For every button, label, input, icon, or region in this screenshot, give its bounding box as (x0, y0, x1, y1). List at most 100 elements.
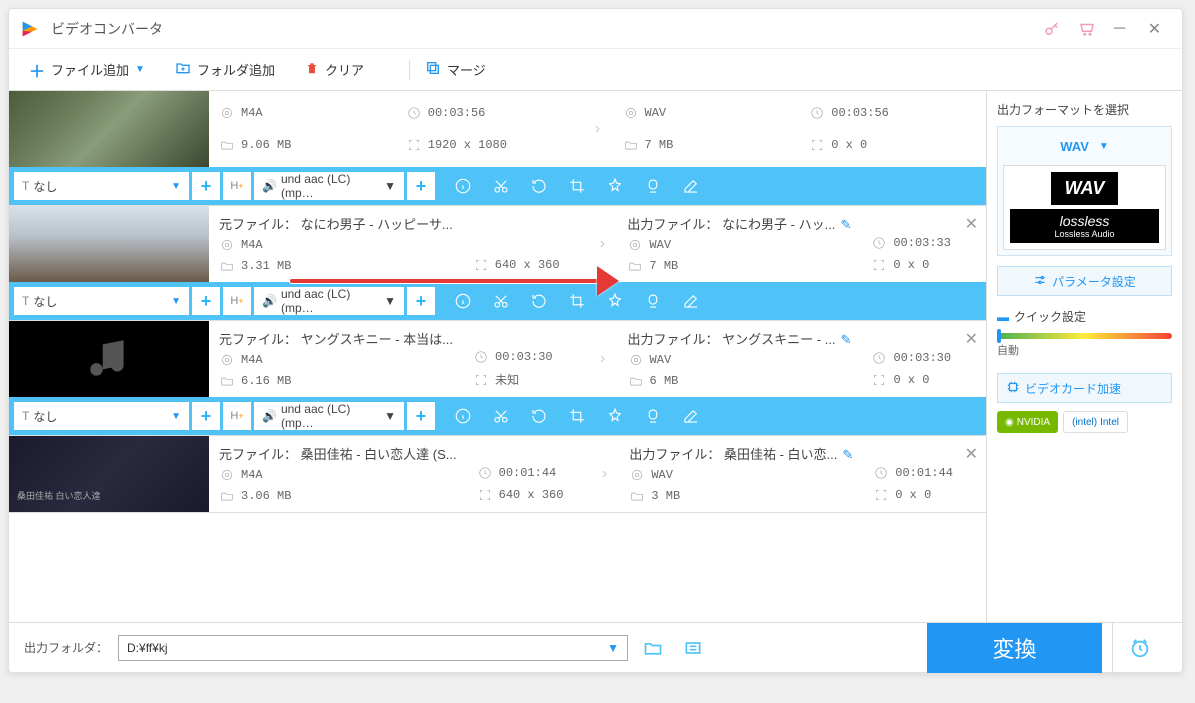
output-path-select[interactable]: D:¥ff¥kj▼ (118, 635, 628, 661)
add-audio-button[interactable]: + (407, 172, 435, 200)
cut-icon[interactable] (491, 291, 511, 311)
add-audio-button[interactable]: + (407, 287, 435, 315)
file-list: M4A 9.06 MB 00:03:56 1920 x 1080 › WAV 7… (9, 91, 987, 622)
add-audio-button[interactable]: + (407, 402, 435, 430)
add-folder-button[interactable]: フォルダ追加 (175, 60, 275, 79)
schedule-button[interactable] (1112, 623, 1167, 673)
h-button[interactable]: H+ (223, 287, 251, 315)
src-size: 6.16 MB (241, 374, 291, 388)
src-title: 元ファイル： ヤングスキニー - 本当は... (219, 329, 453, 348)
dst-duration: 00:01:44 (895, 466, 953, 480)
merge-button[interactable]: マージ (425, 60, 486, 79)
subtitle-select[interactable]: Tなし▼ (14, 172, 189, 200)
crop-icon[interactable] (567, 406, 587, 426)
lossless-badge: lossless Lossless Audio (1010, 209, 1159, 243)
quality-slider[interactable] (997, 333, 1172, 339)
crop-icon[interactable] (567, 291, 587, 311)
src-duration: 00:03:56 (428, 106, 486, 120)
side-header: 出力フォーマットを選択 (997, 101, 1172, 118)
close-button[interactable]: ✕ (1137, 14, 1172, 44)
remove-item-button[interactable]: ✕ (965, 329, 978, 349)
edit-icon[interactable] (681, 406, 701, 426)
edit-icon[interactable] (681, 176, 701, 196)
effects-icon[interactable] (605, 176, 625, 196)
output-folder-label: 出力フォルダ： (24, 639, 108, 656)
edit-name-button[interactable]: ✎ (842, 447, 853, 462)
cut-icon[interactable] (491, 406, 511, 426)
folder-plus-icon (175, 60, 191, 79)
rotate-icon[interactable] (529, 176, 549, 196)
audio-value: und aac (LC) (mp… (281, 287, 384, 315)
sidebar: 出力フォーマットを選択 WAV▼ WAV lossless Lossless A… (987, 91, 1182, 622)
add-subtitle-button[interactable]: + (192, 172, 220, 200)
format-card[interactable]: WAV lossless Lossless Audio (1003, 165, 1166, 250)
resolution-icon (477, 487, 493, 503)
quick-label: クイック設定 (1014, 308, 1086, 325)
subtitle-select[interactable]: Tなし▼ (14, 402, 189, 430)
src-res: 640 x 360 (495, 258, 560, 272)
h-button[interactable]: H+ (223, 172, 251, 200)
history-button[interactable] (678, 633, 708, 663)
clear-button[interactable]: クリア (305, 60, 364, 79)
audio-select[interactable]: 🔊und aac (LC) (mp…▼ (254, 172, 404, 200)
cart-icon[interactable] (1072, 14, 1102, 44)
remove-item-button[interactable]: ✕ (965, 444, 978, 464)
minimize-button[interactable]: ─ (1102, 14, 1137, 44)
add-subtitle-button[interactable]: + (192, 402, 220, 430)
param-settings-button[interactable]: パラメータ設定 (997, 266, 1172, 296)
rotate-icon[interactable] (529, 291, 549, 311)
nvidia-badge: ◉NVIDIA (997, 411, 1058, 433)
auto-label: 自動 (997, 342, 1172, 358)
h-button[interactable]: H+ (223, 402, 251, 430)
thumbnail[interactable]: 桑田佳祐 白い恋人達 (9, 436, 209, 512)
format-icon (219, 352, 235, 368)
crop-icon[interactable] (567, 176, 587, 196)
open-folder-button[interactable] (638, 633, 668, 663)
audio-select[interactable]: 🔊und aac (LC) (mp…▼ (254, 287, 404, 315)
thumbnail[interactable] (9, 91, 209, 167)
audio-select[interactable]: 🔊und aac (LC) (mp…▼ (254, 402, 404, 430)
arrow-icon: › (587, 206, 617, 282)
watermark-icon[interactable] (643, 176, 663, 196)
format-icon (627, 237, 643, 253)
format-box: WAV▼ WAV lossless Lossless Audio (997, 126, 1172, 256)
edit-icon[interactable] (681, 291, 701, 311)
chevron-down-icon: ▼ (135, 64, 145, 75)
info-icon[interactable] (453, 406, 473, 426)
format-select[interactable]: WAV▼ (1003, 132, 1166, 160)
info-icon[interactable] (453, 291, 473, 311)
gpu-label: ビデオカード加速 (1025, 380, 1121, 397)
folder-icon (219, 137, 235, 153)
thumbnail[interactable] (9, 321, 209, 397)
subtitle-value: なし (33, 293, 57, 310)
src-title: 元ファイル： なにわ男子 - ハッピーサ... (219, 214, 453, 233)
effects-icon[interactable] (605, 291, 625, 311)
key-icon[interactable] (1037, 14, 1067, 44)
dst-format: WAV (645, 106, 667, 120)
src-title: 元ファイル： 桑田佳祐 - 白い恋人達 (S... (219, 444, 457, 463)
watermark-icon[interactable] (643, 291, 663, 311)
remove-item-button[interactable]: ✕ (965, 214, 978, 234)
watermark-icon[interactable] (643, 406, 663, 426)
rotate-icon[interactable] (529, 406, 549, 426)
cut-icon[interactable] (491, 176, 511, 196)
edit-name-button[interactable]: ✎ (841, 332, 852, 347)
thumbnail[interactable] (9, 206, 209, 282)
add-file-button[interactable]: ＋ ファイル追加 ▼ (29, 58, 145, 82)
convert-button[interactable]: 変換 (927, 623, 1102, 673)
effects-icon[interactable] (605, 406, 625, 426)
src-size: 9.06 MB (241, 138, 291, 152)
subtitle-select[interactable]: Tなし▼ (14, 287, 189, 315)
clock-icon (477, 465, 493, 481)
format-icon (629, 467, 645, 483)
speaker-icon: 🔊 (262, 409, 277, 423)
info-icon[interactable] (453, 176, 473, 196)
folder-icon (627, 258, 643, 274)
add-subtitle-button[interactable]: + (192, 287, 220, 315)
dst-size: 7 MB (645, 138, 674, 152)
slider-thumb[interactable] (997, 329, 1001, 343)
edit-name-button[interactable]: ✎ (840, 217, 851, 232)
src-format: M4A (241, 468, 263, 482)
src-res: 1920 x 1080 (428, 138, 507, 152)
gpu-accel-button[interactable]: ビデオカード加速 (997, 373, 1172, 403)
